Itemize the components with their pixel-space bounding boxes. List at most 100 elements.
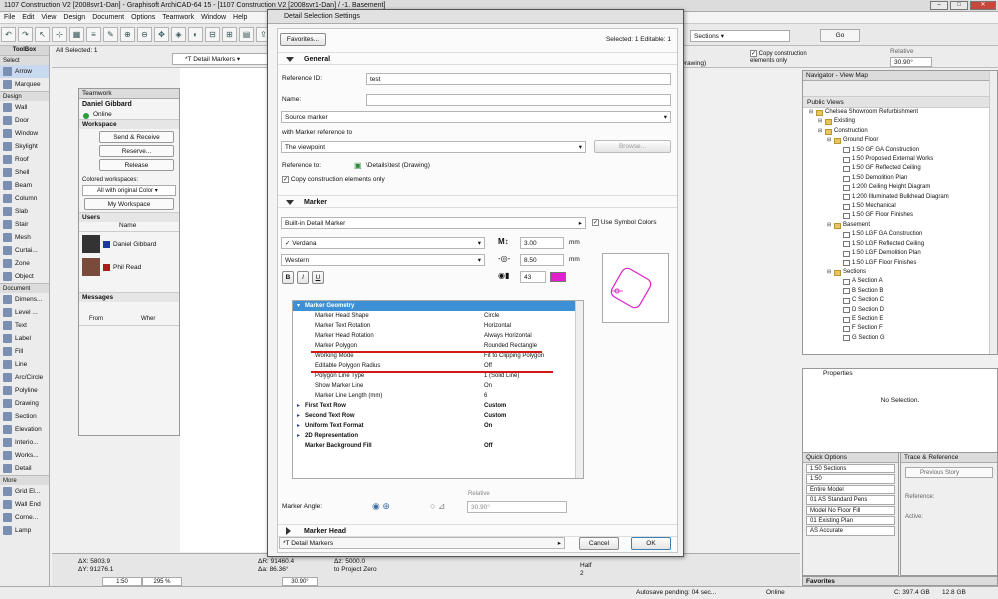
section-icon[interactable]: ⊟: [205, 27, 220, 42]
properties-scrollbar[interactable]: [575, 301, 583, 478]
expander-icon[interactable]: ⊟: [818, 127, 823, 136]
layout-icon[interactable]: ▤: [239, 27, 254, 42]
marker-section-header[interactable]: Marker: [278, 195, 677, 208]
layers-icon[interactable]: ≡: [86, 27, 101, 42]
property-row[interactable]: Marker Text Rotation Horizontal: [293, 321, 583, 331]
toolbox-item[interactable]: Mesh: [0, 231, 49, 244]
tree-item[interactable]: F Section F: [805, 324, 997, 333]
marker-geometry-group[interactable]: ▾ Marker Geometry: [293, 301, 583, 311]
toolbox-design-category[interactable]: Design: [0, 91, 49, 101]
expander-icon[interactable]: ⊟: [827, 268, 832, 277]
toolbox-item[interactable]: Wall End: [0, 498, 49, 511]
property-row[interactable]: Editable Polygon Radius Off: [293, 361, 583, 371]
angle-input[interactable]: 30.90°: [467, 501, 567, 513]
user-row[interactable]: Phil Read: [79, 256, 179, 278]
tree-item[interactable]: 1:200 Ceiling Height Diagram: [805, 183, 997, 192]
toolbox-item[interactable]: Wall: [0, 101, 49, 114]
go-button[interactable]: Go: [820, 29, 860, 42]
favorites-button[interactable]: Favorites...: [280, 33, 326, 46]
general-section-header[interactable]: General: [278, 52, 677, 65]
expander-icon[interactable]: ⊟: [809, 108, 814, 117]
render-icon[interactable]: ◐: [188, 27, 203, 42]
toolbox-item[interactable]: Section: [0, 410, 49, 423]
toolbox-item[interactable]: Column: [0, 192, 49, 205]
redo-icon[interactable]: ↷: [18, 27, 33, 42]
undo-icon[interactable]: ↶: [1, 27, 16, 42]
toolbox-item[interactable]: Corne...: [0, 511, 49, 524]
toolbox-item[interactable]: Fill: [0, 345, 49, 358]
user-row[interactable]: Daniel Gibbard: [79, 232, 179, 256]
angle-field[interactable]: 30.90°: [890, 57, 932, 67]
quick-option-dropdown[interactable]: 01 AS Standard Pens: [806, 495, 895, 505]
toolbox-item[interactable]: Drawing: [0, 397, 49, 410]
property-row[interactable]: Marker Head Shape Circle: [293, 311, 583, 321]
property-group-row[interactable]: Marker Background Fill Off: [293, 441, 583, 451]
property-group-row[interactable]: ▸ Uniform Text Format On: [293, 421, 583, 431]
toolbox-item[interactable]: Arc/Circle: [0, 371, 49, 384]
toolbox-item[interactable]: Level ...: [0, 306, 49, 319]
quick-option-dropdown[interactable]: 01 Existing Plan: [806, 515, 895, 526]
source-marker-dropdown[interactable]: Source marker ▾: [281, 111, 671, 123]
users-section[interactable]: Users: [79, 212, 179, 222]
messages-section[interactable]: Messages: [79, 292, 179, 302]
use-symbol-colors-option[interactable]: ✓ Use Symbol Colors: [592, 219, 656, 226]
toolbox-item[interactable]: Lamp: [0, 524, 49, 537]
toolbox-item[interactable]: Skylight: [0, 140, 49, 153]
scale-field[interactable]: 1:50: [102, 577, 142, 586]
tree-item[interactable]: B Section B: [805, 287, 997, 296]
drawing-canvas[interactable]: [180, 68, 276, 552]
toolbox-item[interactable]: Shell: [0, 166, 49, 179]
toolbox-item[interactable]: Roof: [0, 153, 49, 166]
expander-icon[interactable]: ⊟: [818, 117, 823, 126]
expander-icon[interactable]: ⊟: [827, 221, 832, 230]
copy-construction-checkbox[interactable]: ✓: [750, 50, 757, 57]
ok-button[interactable]: OK: [631, 537, 671, 550]
browse-button[interactable]: Browse...: [594, 140, 671, 153]
toolbox-select-category[interactable]: Select: [0, 55, 49, 65]
pen-input[interactable]: 43: [520, 271, 546, 283]
arrow-tool-icon[interactable]: ↖: [35, 27, 50, 42]
tree-item[interactable]: 1:50 Mechanical: [805, 202, 997, 211]
reference-id-input[interactable]: test: [366, 73, 671, 85]
toolbox-item[interactable]: Marquee: [0, 78, 49, 91]
toolbox-item[interactable]: Slab: [0, 205, 49, 218]
tree-item[interactable]: 1:50 LGF Reflected Ceiling: [805, 240, 997, 249]
property-group-row[interactable]: ▸ 2D Representation: [293, 431, 583, 441]
pen-color-swatch[interactable]: [550, 272, 566, 282]
property-row[interactable]: Marker Head Rotation Always Horizontal: [293, 331, 583, 341]
tree-item[interactable]: 1:200 Illuminated Bulkhead Diagram: [805, 193, 997, 202]
menu-help[interactable]: Help: [233, 12, 247, 23]
angle-readout[interactable]: 30.90°: [282, 577, 318, 586]
property-group-row[interactable]: ▸ Second Text Row Custom: [293, 411, 583, 421]
toolbox-item[interactable]: Dimens...: [0, 293, 49, 306]
favorites-palette[interactable]: Favorites: [802, 576, 998, 586]
minimize-button[interactable]: –: [930, 1, 948, 10]
send-receive-button[interactable]: Send & Receive: [99, 131, 174, 143]
menu-view[interactable]: View: [41, 12, 56, 23]
tree-item[interactable]: ⊟ Ground Floor: [805, 136, 997, 145]
relative-radio[interactable]: ○ ⊿: [430, 501, 445, 512]
toolbox-item[interactable]: Label: [0, 332, 49, 345]
release-button[interactable]: Release: [99, 159, 174, 171]
font-dropdown[interactable]: ✓ Verdana ▾: [281, 237, 485, 249]
tree-item[interactable]: G Section G: [805, 334, 997, 343]
toolbox-item[interactable]: Zone: [0, 257, 49, 270]
marker-head-section-header[interactable]: Marker Head: [278, 524, 677, 537]
property-row[interactable]: Show Marker Line On: [293, 381, 583, 391]
zoom-in-icon[interactable]: ⊕: [120, 27, 135, 42]
my-workspace-button[interactable]: My Workspace: [84, 198, 174, 210]
property-group-row[interactable]: ▸ First Text Row Custom: [293, 401, 583, 411]
tree-item[interactable]: ⊟ Basement: [805, 221, 997, 230]
tree-item[interactable]: ⊟ Existing: [805, 117, 997, 126]
viewpoint-dropdown[interactable]: The viewpoint ▾: [281, 141, 586, 153]
tree-item[interactable]: 1:50 GF Reflected Ceiling: [805, 164, 997, 173]
toolbox-item[interactable]: Stair: [0, 218, 49, 231]
absolute-radio[interactable]: ◉ ⊕: [372, 501, 390, 512]
toolbox-item[interactable]: Door: [0, 114, 49, 127]
favorite-dropdown[interactable]: *T Detail Markers ▾: [172, 53, 282, 65]
tree-item[interactable]: 1:50 LGF Floor Finishes: [805, 259, 997, 268]
tree-item[interactable]: 1:50 GF Floor Finishes: [805, 211, 997, 220]
tree-item[interactable]: ⊟ Sections: [805, 268, 997, 277]
quick-option-dropdown[interactable]: AS Accurate: [806, 526, 895, 536]
toolbox-item[interactable]: Line: [0, 358, 49, 371]
